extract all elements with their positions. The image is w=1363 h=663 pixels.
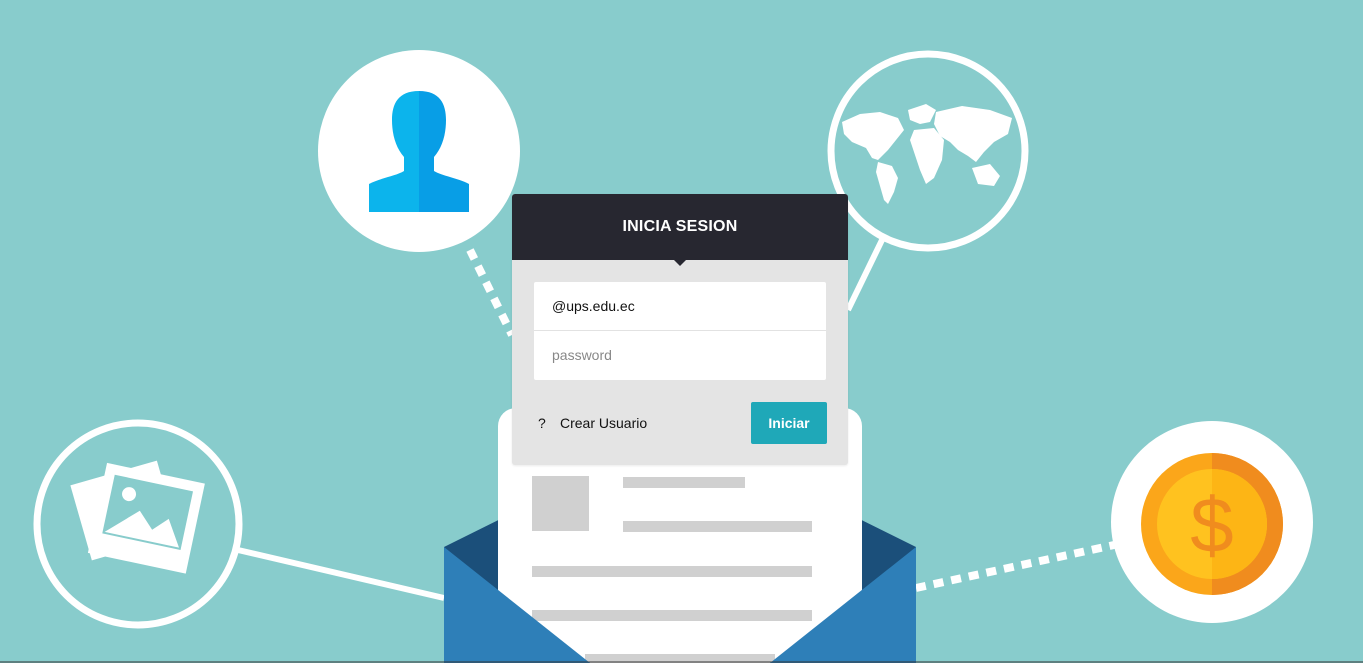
login-title: INICIA SESION (622, 218, 738, 235)
login-fields (534, 282, 826, 380)
dollar-coin-icon: $ (1111, 421, 1313, 623)
password-field[interactable] (534, 331, 826, 379)
login-header: INICIA SESION (512, 194, 848, 266)
create-user-link[interactable]: Crear Usuario (560, 415, 647, 431)
login-footer: ? Crear Usuario Iniciar (534, 402, 827, 444)
svg-text:$: $ (1190, 481, 1233, 569)
login-card: INICIA SESION ? Crear Usuario Iniciar (512, 194, 848, 465)
world-map-icon (827, 50, 1029, 252)
help-symbol: ? (538, 415, 546, 431)
header-caret (674, 260, 686, 266)
user-icon (318, 50, 520, 252)
login-submit-button[interactable]: Iniciar (751, 402, 827, 444)
photo-icon (33, 419, 243, 629)
email-field[interactable] (534, 282, 826, 331)
